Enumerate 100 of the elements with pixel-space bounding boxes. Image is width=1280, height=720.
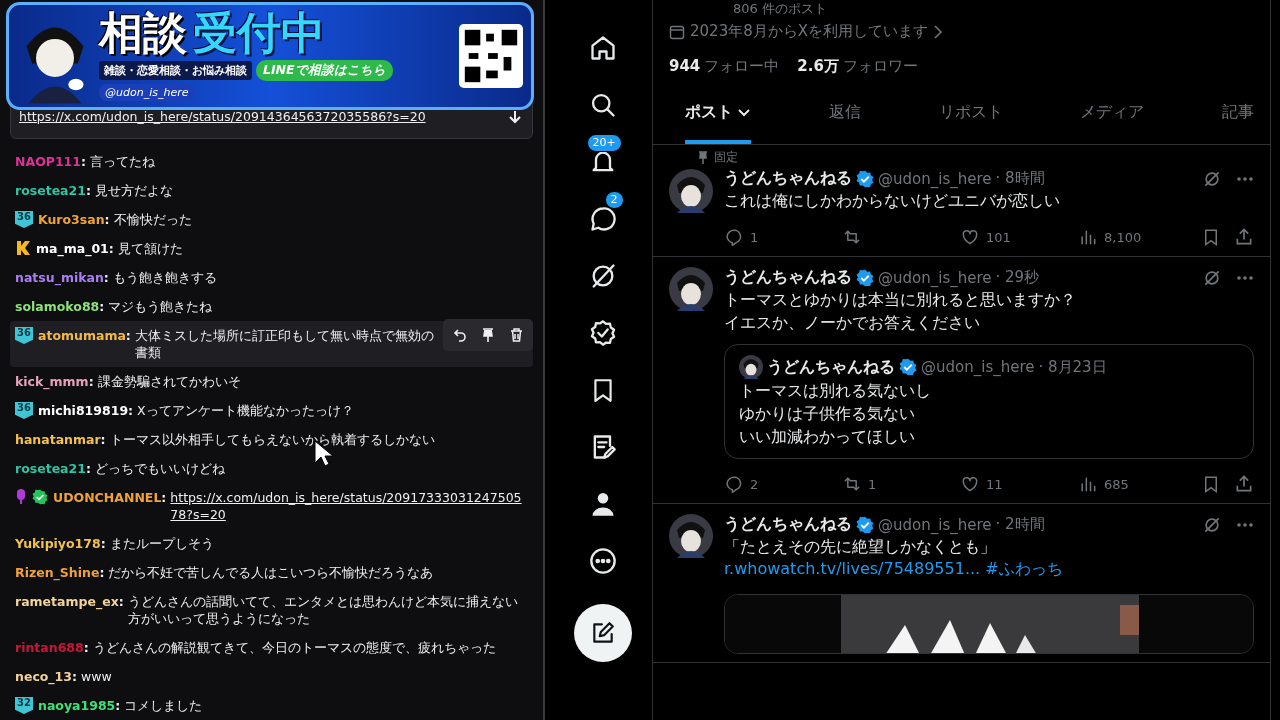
post-text: 「たとえその先に絶望しかなくとも」: [724, 536, 997, 558]
more-icon: [588, 547, 617, 575]
avatar[interactable]: [669, 267, 713, 311]
undo-arrow-icon: [453, 328, 467, 342]
like-button[interactable]: 101: [960, 227, 1011, 247]
chat-text: うどんさんの話聞いてて、エンタメとは思わんけど本気に捕えない方がいいって思うようになった: [127, 593, 519, 627]
home-icon: [588, 34, 617, 62]
views-button[interactable]: 8,100: [1078, 227, 1142, 247]
post-text: ゆかりは子供作る気ない: [739, 403, 916, 425]
chat-text: マジもう飽きたね: [108, 298, 214, 315]
calendar-icon: [669, 23, 685, 40]
tab[interactable]: ポスト: [685, 102, 751, 144]
chat-username[interactable]: Yukipiyo178:: [15, 535, 106, 552]
subscriber-badge: 36: [15, 402, 33, 419]
author-name[interactable]: うどんちゃんねる: [724, 514, 852, 535]
more-icon[interactable]: [1236, 274, 1254, 281]
repost-button[interactable]: 1: [842, 474, 877, 494]
post-time: · 29秒: [995, 268, 1040, 287]
followers-stat[interactable]: 2.6万 フォロワー: [797, 57, 918, 76]
like-button[interactable]: 11: [960, 474, 1003, 494]
verified-badge-icon: [856, 515, 874, 534]
banner-title: 相談: [99, 11, 187, 55]
notification-count: 2: [604, 191, 624, 209]
tab[interactable]: 記事: [1222, 102, 1254, 144]
chat-text: だから不妊で苦しんでる人はこいつら不愉快だろうなあ: [108, 564, 435, 581]
qr-code-drawing: [459, 24, 523, 88]
chat-username[interactable]: kick_mmm:: [15, 373, 94, 390]
post-text: いい加減わかってほしい: [739, 426, 916, 448]
chat-username[interactable]: naoya1985:: [38, 697, 121, 714]
post-text: これは俺にしかわからないけどユニバが恋しい: [724, 190, 1061, 212]
heart-icon: [960, 227, 980, 247]
link[interactable]: r.whowatch.tv/lives/75489551...: [724, 559, 981, 578]
post-count: 806 件のポスト: [733, 0, 828, 18]
quoted-post[interactable]: うどんちゃんねる @udon_is_here · 8月23日 トーマスは別れる気ないし ゆかりは子供作る気ない いい加減わかってほしい: [724, 344, 1254, 459]
chat-text: Xってアンケート機能なかったっけ？: [137, 402, 355, 419]
avatar[interactable]: [669, 169, 713, 213]
link[interactable]: https://x.com/udon_is_here/status/2091436456372035586?s=20: [19, 109, 426, 124]
post-text: イエスか、ノーかでお答えください: [724, 312, 981, 334]
chat-username[interactable]: NAOP111:: [15, 153, 86, 170]
author-handle[interactable]: @udon_is_here: [878, 169, 992, 188]
chat-username[interactable]: natsu_mikan:: [15, 269, 109, 286]
chat-username[interactable]: rintan688:: [15, 639, 89, 656]
verified-icon: [32, 489, 48, 505]
post-time: · 8時間: [995, 169, 1045, 188]
hashtag-link[interactable]: #ふわっち: [985, 559, 1063, 578]
chevron-right-icon: [933, 24, 943, 39]
reply-button[interactable]: 2: [724, 474, 759, 494]
author-handle[interactable]: @udon_is_here: [878, 515, 992, 534]
down-arrow-icon[interactable]: [508, 110, 522, 124]
chat-username[interactable]: rosetea21:: [15, 182, 91, 199]
chat-text: もう飽き飽きする: [112, 269, 218, 286]
bookmark-icon[interactable]: [1202, 474, 1220, 494]
verified-badge-icon: [856, 169, 874, 188]
chat-username[interactable]: michi819819:: [38, 402, 134, 419]
share-icon[interactable]: [1234, 474, 1254, 494]
avatar[interactable]: [669, 514, 713, 558]
author-handle[interactable]: @udon_is_here: [878, 268, 992, 287]
bar-chart-icon: [1078, 474, 1098, 494]
chat-username[interactable]: atomumama:: [38, 327, 131, 344]
chat-username[interactable]: ma_ma_01:: [36, 240, 114, 257]
banner-title: 受付中: [193, 11, 325, 55]
trash-icon: [509, 328, 523, 342]
chat-username[interactable]: Kuro3san:: [38, 211, 110, 228]
pin-icon: [698, 151, 708, 164]
compose-button[interactable]: [573, 604, 632, 662]
microphone-icon: [15, 489, 27, 505]
pin-icon: [482, 328, 494, 342]
link[interactable]: https://x.com/udon_is_here/status/2091733303124750578?s=20: [170, 489, 528, 523]
chat-username[interactable]: neco_13:: [15, 668, 78, 685]
reply-button[interactable]: 1: [724, 227, 759, 247]
views-button[interactable]: 685: [1078, 474, 1129, 494]
chat-username[interactable]: solamoko88:: [15, 298, 105, 315]
chat-username[interactable]: rametampe_ex:: [15, 593, 124, 610]
bookmark-icon[interactable]: [1202, 227, 1220, 247]
subscriber-badge: 36: [15, 327, 33, 344]
tab[interactable]: リポスト: [938, 102, 1003, 144]
chat-username[interactable]: UDONCHANNEL:: [53, 489, 167, 506]
author-name[interactable]: うどんちゃんねる: [724, 267, 852, 288]
chat-username[interactable]: rosetea21:: [15, 460, 91, 477]
tab[interactable]: 返信: [828, 102, 861, 144]
speech-bubble-icon: [724, 227, 744, 247]
tab[interactable]: メディア: [1080, 102, 1145, 144]
chat-text: どっちでもいいけどね: [94, 460, 226, 477]
author-handle: @udon_is_here: [921, 358, 1035, 376]
heart-icon: [960, 474, 980, 494]
speech-bubble-icon: [724, 474, 744, 494]
avatar[interactable]: [739, 355, 763, 379]
chat-text: 見て頷けた: [117, 240, 184, 257]
verified-badge-icon: [899, 358, 917, 376]
join-date: 2023年8月からXを利用しています: [690, 22, 928, 41]
chat-username[interactable]: Rizen_Shine:: [15, 564, 105, 581]
share-icon[interactable]: [1234, 227, 1254, 247]
more-icon[interactable]: [1236, 521, 1254, 528]
notification-count: 20+: [586, 134, 622, 152]
following-stat[interactable]: 944 フォロー中: [669, 57, 780, 76]
chat-text: www: [81, 668, 113, 685]
chat-username[interactable]: hanatanmar:: [15, 431, 106, 448]
more-icon[interactable]: [1236, 175, 1254, 182]
author-name[interactable]: うどんちゃんねる: [724, 168, 852, 189]
author-name: うどんちゃんねる: [767, 356, 895, 378]
